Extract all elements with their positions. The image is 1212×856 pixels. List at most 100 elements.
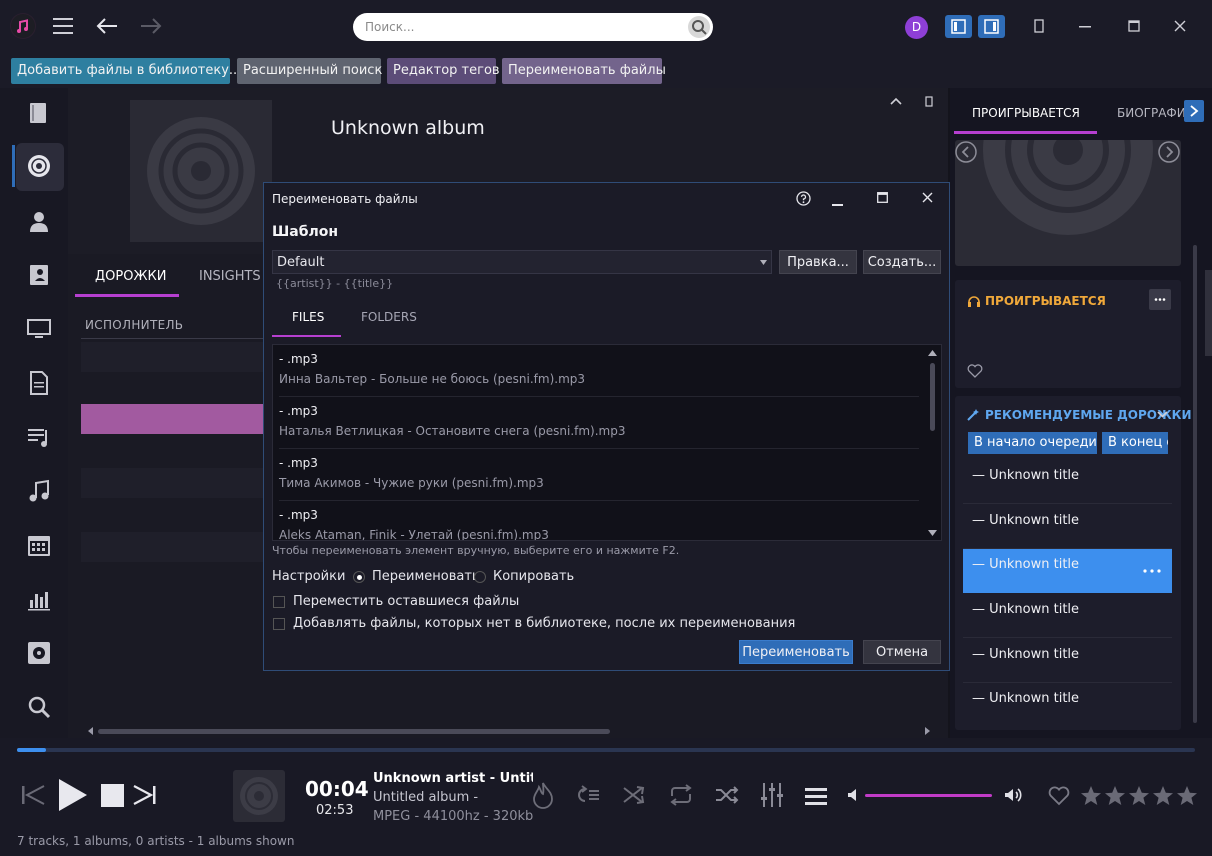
help-icon[interactable] [796, 191, 811, 206]
rail-calendar-icon[interactable] [16, 522, 64, 570]
volume-low-icon[interactable] [847, 788, 859, 802]
rail-search-icon[interactable] [16, 684, 64, 732]
table-row[interactable] [81, 532, 263, 562]
rename-button[interactable]: Переименовать [739, 640, 853, 664]
chevron-down-icon[interactable] [1157, 411, 1168, 418]
next-track-icon[interactable] [133, 784, 157, 806]
like-heart-icon[interactable] [967, 364, 983, 378]
move-remaining-label[interactable]: Переместить оставшиеся файлы [293, 594, 519, 609]
hamburger-menu-icon[interactable] [53, 17, 73, 35]
right-pane-toggle-button[interactable] [978, 15, 1005, 38]
mini-player-icon[interactable] [1034, 19, 1044, 33]
list-scroll-up-icon[interactable] [928, 350, 937, 356]
scroll-right-arrow-icon[interactable] [924, 727, 930, 735]
radio-copy-label[interactable]: Копировать [493, 569, 574, 584]
previous-track-icon[interactable] [21, 784, 45, 806]
edit-template-button[interactable]: Правка... [779, 250, 857, 274]
volume-high-icon[interactable] [1004, 787, 1022, 803]
create-template-button[interactable]: Создать... [863, 250, 941, 274]
horizontal-scrollbar[interactable] [98, 729, 610, 734]
recommended-track-selected[interactable]: — Unknown title [963, 549, 1172, 593]
cancel-button[interactable]: Отмена [863, 640, 941, 664]
queue-icon[interactable] [577, 785, 601, 805]
rail-stats-icon[interactable] [16, 576, 64, 624]
play-icon[interactable] [57, 777, 89, 813]
table-row[interactable] [81, 436, 263, 466]
recommended-track[interactable]: — Unknown title [963, 683, 1172, 727]
rail-contacts-icon[interactable] [16, 252, 64, 300]
tag-editor-button[interactable]: Редактор тегов [387, 58, 500, 84]
search-input[interactable]: Поиск... [353, 13, 713, 41]
rail-document-icon[interactable] [16, 360, 64, 408]
favorite-heart-icon[interactable] [1048, 786, 1070, 806]
rating-stars[interactable] [1080, 785, 1198, 807]
playback-progress[interactable] [17, 748, 1195, 752]
rail-library-icon[interactable] [16, 90, 64, 138]
rename-files-button[interactable]: Переименовать файлы [502, 58, 666, 84]
search-icon[interactable] [688, 16, 710, 38]
add-files-button[interactable]: Добавить файлы в библиотеку... [11, 58, 241, 84]
list-scroll-down-icon[interactable] [928, 530, 937, 536]
header-mini-icon[interactable] [925, 96, 933, 107]
right-edge-scrollbar[interactable] [1205, 270, 1212, 356]
volume-slider[interactable] [865, 794, 992, 797]
radio-rename-label[interactable]: Переименовать [372, 569, 480, 584]
move-remaining-checkbox[interactable] [273, 596, 285, 608]
tab-folders[interactable]: FOLDERS [361, 310, 417, 324]
radio-rename[interactable] [353, 571, 365, 583]
back-arrow-icon[interactable] [95, 16, 119, 36]
template-select[interactable]: Default [272, 250, 772, 274]
column-header-artist[interactable]: ИСПОЛНИТЕЛЬ [85, 318, 183, 332]
recommended-track[interactable]: — Unknown title [963, 460, 1172, 504]
add-files-checkbox[interactable] [273, 618, 285, 630]
shuffle-icon[interactable] [714, 785, 740, 805]
tab-biography[interactable]: БИОГРАФИ [1117, 106, 1186, 120]
flame-icon[interactable] [532, 781, 554, 809]
now-playing-more-icon[interactable] [1149, 289, 1171, 310]
close-icon[interactable] [1174, 20, 1186, 32]
list-scrollbar[interactable] [930, 363, 935, 431]
repeat-icon[interactable] [668, 784, 694, 806]
dialog-maximize-icon[interactable] [877, 192, 888, 203]
rail-albums-icon[interactable] [16, 143, 64, 191]
rail-monitor-icon[interactable] [16, 306, 64, 354]
rail-music-note-icon[interactable] [16, 468, 64, 516]
tabs-scroll-right-button[interactable] [1184, 100, 1204, 122]
list-item[interactable]: - .mp3 Aleks Ataman, Finik - Улетай (pes… [279, 501, 919, 540]
rail-playlist-icon[interactable] [16, 414, 64, 462]
scroll-left-arrow-icon[interactable] [88, 727, 94, 735]
tab-tracks[interactable]: ДОРОЖКИ [95, 269, 166, 284]
left-pane-toggle-button[interactable] [945, 15, 972, 38]
track-more-icon[interactable] [1143, 569, 1161, 573]
table-row[interactable] [81, 374, 263, 404]
minimize-icon[interactable] [1079, 26, 1091, 28]
table-row[interactable] [81, 342, 263, 372]
rail-artists-icon[interactable] [16, 198, 64, 246]
add-files-label[interactable]: Добавлять файлы, которых нет в библиотек… [293, 616, 795, 631]
dialog-minimize-icon[interactable] [832, 204, 843, 206]
radio-copy[interactable] [474, 571, 486, 583]
playlist-menu-icon[interactable] [805, 787, 827, 805]
stop-icon[interactable] [101, 784, 124, 807]
list-item[interactable]: - .mp3 Наталья Ветлицкая - Остановите сн… [279, 397, 919, 449]
collapse-header-icon[interactable] [890, 97, 902, 105]
shuffle-cross-icon[interactable] [622, 785, 646, 805]
tab-files[interactable]: FILES [292, 310, 324, 324]
list-item[interactable]: - .mp3 Инна Вальтер - Больше не боюсь (p… [279, 345, 919, 397]
recommended-track[interactable]: — Unknown title [963, 639, 1172, 683]
table-row[interactable] [81, 468, 263, 498]
maximize-icon[interactable] [1128, 20, 1140, 32]
tab-now-playing[interactable]: ПРОИГРЫВАЕТСЯ [972, 106, 1080, 120]
equalizer-icon[interactable] [760, 782, 784, 808]
recommended-track[interactable]: — Unknown title [963, 594, 1172, 638]
cover-prev-icon[interactable] [955, 141, 977, 163]
rail-disc-icon[interactable] [16, 630, 64, 678]
table-row-selected[interactable] [81, 404, 263, 434]
recommended-track[interactable]: — Unknown title [963, 505, 1172, 549]
right-panel-scrollbar[interactable] [1193, 245, 1197, 723]
queue-end-button[interactable]: В конец очереди [1102, 432, 1168, 454]
dialog-close-icon[interactable] [922, 192, 933, 203]
tab-insights[interactable]: INSIGHTS [199, 269, 261, 284]
table-row[interactable] [81, 500, 263, 530]
cover-next-icon[interactable] [1158, 141, 1180, 163]
